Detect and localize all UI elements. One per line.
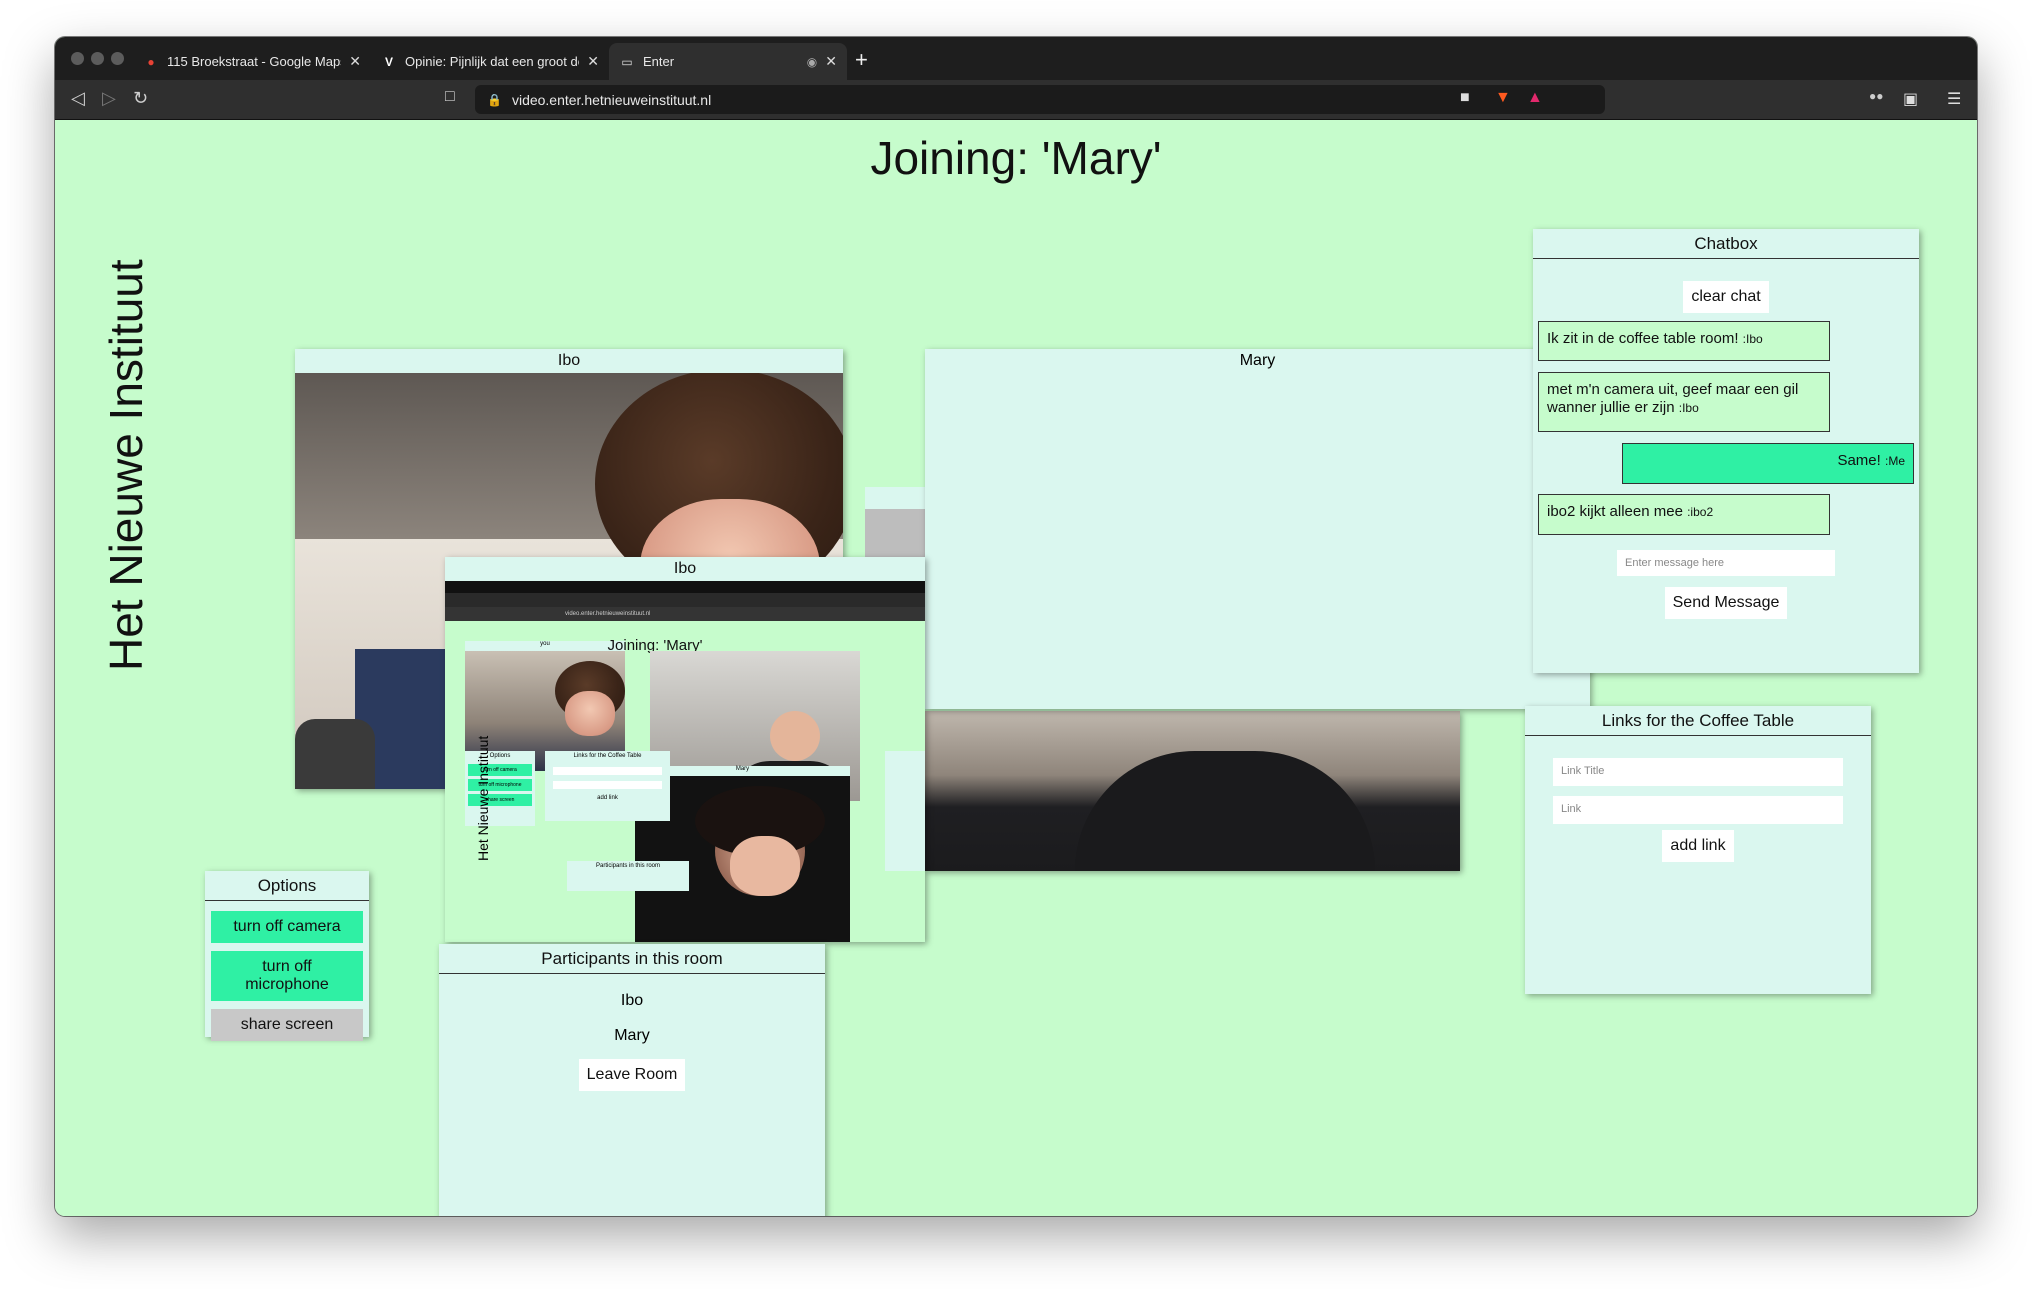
close-window-icon[interactable] — [71, 52, 84, 65]
chatbox-title: Chatbox — [1533, 229, 1919, 259]
address-bar[interactable]: 🔒 video.enter.hetnieuweinstituut.nl — [475, 85, 1605, 114]
url-text: video.enter.hetnieuweinstituut.nl — [511, 91, 712, 108]
chat-message: ibo2 kijkt alleen mee :ibo2 — [1538, 494, 1830, 535]
shared-brand: Het Nieuwe Instituut — [475, 735, 491, 861]
shared-participants: Participants in this room — [567, 861, 689, 891]
video-label: Ibo — [445, 557, 925, 581]
add-link-button[interactable]: add link — [1662, 830, 1734, 862]
participant-item: Mary — [614, 1027, 650, 1044]
bookmark-icon[interactable]: □ — [445, 88, 455, 106]
extension-icon[interactable]: ●● — [1869, 89, 1884, 103]
brand-vertical-text: Het Nieuwe Instituut — [100, 259, 152, 671]
recording-icon: ◉ — [806, 54, 818, 69]
leave-room-button[interactable]: Leave Room — [578, 1059, 686, 1091]
video-tile-mary: Mary — [925, 349, 1590, 709]
video-label: Ibo — [295, 349, 843, 373]
chat-message-input[interactable]: Enter message here — [1617, 550, 1835, 576]
share-screen-button[interactable]: share screen — [211, 1009, 363, 1041]
shared-page: you Joining: 'Mary' Mary Options turn of… — [445, 621, 925, 942]
camera-icon[interactable]: ■ — [1460, 89, 1470, 107]
map-pin-icon: ● — [147, 54, 155, 69]
minimize-window-icon[interactable] — [91, 52, 104, 65]
notion-icon[interactable]: ▣ — [1903, 89, 1918, 109]
participants-panel: Participants in this room Ibo Mary Leave… — [439, 944, 825, 1216]
tab-google-maps[interactable]: ● 115 Broekstraat - Google Maps ✕ — [133, 43, 371, 80]
link-url-input[interactable]: Link — [1553, 796, 1843, 824]
close-tab-icon[interactable]: ✕ — [349, 53, 361, 70]
participants-title: Participants in this room — [439, 944, 825, 974]
browser-window: ● 115 Broekstraat - Google Maps ✕ V Opin… — [55, 37, 1977, 1216]
tab-title: Opinie: Pijnlijk dat een groot deel — [405, 54, 580, 69]
tab-title: 115 Broekstraat - Google Maps — [167, 54, 342, 69]
chat-message: Ik zit in de coffee table room! :Ibo — [1538, 321, 1830, 361]
shared-menubar — [445, 581, 925, 593]
shared-right-panel — [885, 751, 925, 871]
turn-off-camera-button[interactable]: turn off camera — [211, 911, 363, 943]
tab-opinie[interactable]: V Opinie: Pijnlijk dat een groot deel ✕ — [371, 43, 609, 80]
send-message-button[interactable]: Send Message — [1664, 587, 1788, 619]
turn-off-microphone-button[interactable]: turn off microphone — [211, 951, 363, 1001]
chat-message: met m'n camera uit, geef maar een gil wa… — [1538, 372, 1830, 432]
browser-toolbar: ◁ ▷ ↻ □ 🔒 video.enter.hetnieuweinstituut… — [55, 80, 1977, 120]
monitor-icon: ▭ — [621, 54, 633, 69]
video-label: Mary — [1239, 352, 1276, 369]
lock-icon: 🔒 — [487, 92, 502, 107]
new-tab-icon[interactable]: + — [855, 47, 868, 73]
options-panel: Options turn off camera turn off microph… — [205, 871, 369, 1041]
participant-item: Ibo — [620, 992, 644, 1009]
forward-icon[interactable]: ▷ — [102, 88, 116, 109]
shared-tabbar — [445, 593, 925, 607]
page-content: Joining: 'Mary' Het Nieuwe Instituut Ibo… — [55, 121, 1977, 1216]
clear-chat-button[interactable]: clear chat — [1683, 281, 1769, 313]
links-panel: Links for the Coffee Table Link Title Li… — [1525, 706, 1871, 994]
back-icon[interactable]: ◁ — [71, 88, 85, 109]
link-title-input[interactable]: Link Title — [1553, 758, 1843, 786]
menu-icon[interactable]: ☰ — [1947, 89, 1961, 109]
v-logo-icon: V — [384, 54, 393, 69]
brave-shield-icon[interactable]: ▼ — [1495, 89, 1511, 107]
chat-message-own: Same! :Me — [1622, 443, 1914, 484]
close-tab-icon[interactable]: ✕ — [587, 53, 599, 70]
options-title: Options — [205, 871, 369, 901]
tab-title: Enter — [643, 54, 675, 69]
shared-urlbar: video.enter.hetnieuweinstituut.nl — [445, 607, 925, 621]
tab-bar: ● 115 Broekstraat - Google Maps ✕ V Opin… — [55, 37, 1977, 80]
reload-icon[interactable]: ↻ — [133, 88, 148, 109]
maximize-window-icon[interactable] — [111, 52, 124, 65]
close-tab-icon[interactable]: ✕ — [825, 53, 837, 70]
video-tile-ibo-screenshare: Ibo video.enter.hetnieuweinstituut.nl yo… — [445, 557, 925, 942]
page-title: Joining: 'Mary' — [870, 132, 1162, 184]
shared-links: Links for the Coffee Table add link — [545, 751, 670, 821]
chatbox-panel: Chatbox clear chat Ik zit in de coffee t… — [1533, 229, 1919, 673]
shirt — [1075, 751, 1375, 871]
links-title: Links for the Coffee Table — [1525, 706, 1871, 736]
brave-rewards-icon[interactable]: ▲ — [1527, 89, 1543, 107]
chair — [295, 719, 375, 789]
tab-enter[interactable]: ▭ Enter ◉ ✕ — [609, 43, 847, 80]
video-tile-mary-dark — [925, 711, 1460, 871]
